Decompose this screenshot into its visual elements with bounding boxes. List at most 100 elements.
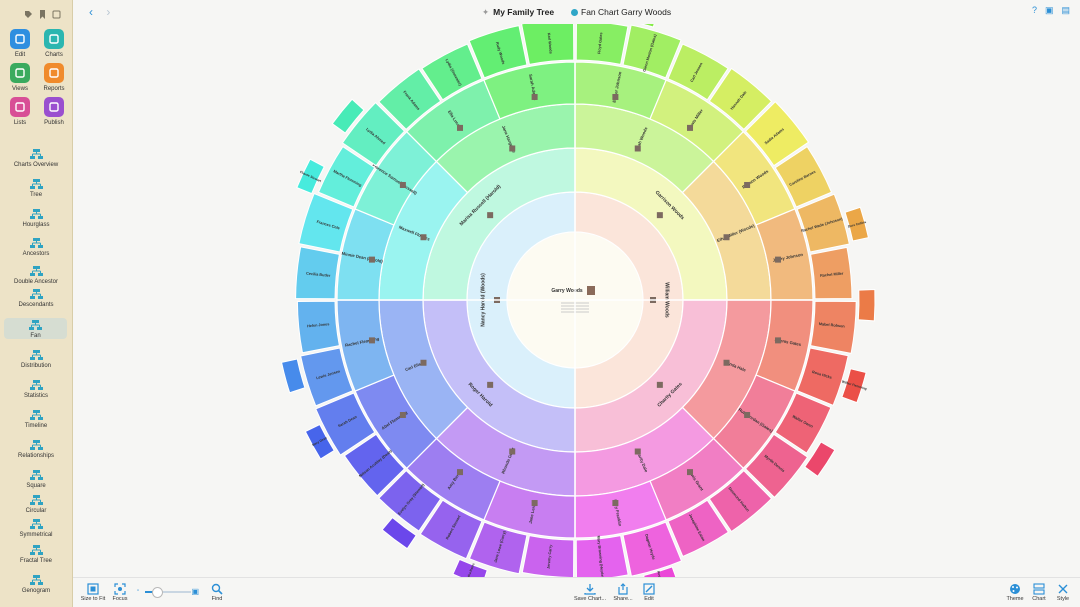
gallery-icon[interactable]	[52, 6, 61, 19]
chart-type-fractal-tree[interactable]: Fractal Tree	[0, 543, 72, 564]
photo-icon	[531, 93, 538, 100]
bottom-toolbar: Size to Fit Focus ▫ ▣ Find Save Chart...…	[73, 577, 1080, 607]
person-gen5[interactable]: Karl Woods	[521, 24, 575, 65]
photo-icon	[656, 381, 663, 388]
chart-type-square[interactable]: Square	[0, 468, 72, 489]
chart-type-label: Hourglass	[22, 222, 50, 228]
style-icon	[1043, 582, 1080, 594]
forward-arrow-icon[interactable]: ›	[106, 5, 110, 19]
relationships-icon	[0, 438, 72, 451]
chart-type-label: Circular	[25, 508, 47, 514]
person-gen5[interactable]: Helen Jones	[296, 300, 340, 354]
tool-reports[interactable]: Reports	[37, 63, 71, 92]
chart-type-label: Relationships	[17, 453, 55, 459]
fan-icon	[4, 318, 67, 331]
chart-type-relationships[interactable]: Relationships	[0, 438, 72, 459]
chart-type-fan[interactable]: Fan	[4, 318, 67, 339]
tree-icon: ✦	[482, 7, 490, 17]
zoom-slider[interactable]: ▫ ▣	[137, 587, 199, 598]
photo-icon	[723, 359, 730, 366]
chart-type-double-ancestor[interactable]: Double Ancestor	[0, 264, 72, 285]
photo-icon	[399, 181, 406, 188]
statistics-icon	[0, 378, 72, 391]
chart-title[interactable]: Fan Chart Garry Woods	[571, 7, 671, 17]
chart-type-ancestors[interactable]: Ancestors	[0, 236, 72, 257]
document-title-text: My Family Tree	[493, 7, 555, 17]
chart-type-genogram[interactable]: Genogram	[0, 573, 72, 594]
charts-overview-icon	[0, 147, 72, 160]
photo-icon	[744, 412, 751, 419]
find-button[interactable]: Find	[197, 582, 237, 602]
style-button[interactable]: Style	[1043, 582, 1080, 602]
photo-icon	[487, 381, 494, 388]
zoom-out-icon[interactable]: ▫	[137, 588, 139, 594]
tool-edit[interactable]: Edit	[3, 29, 37, 58]
chart-type-label: Symmetrical	[19, 532, 53, 538]
sidebar-toggle-icon[interactable]: ▣	[1045, 5, 1054, 16]
focus-icon	[100, 582, 140, 595]
person-gen5[interactable]: Floyd Gates	[575, 24, 629, 65]
fan-segment	[280, 358, 306, 394]
person-gen5[interactable]: Rachel Miller	[810, 246, 853, 300]
back-arrow-icon[interactable]: ‹	[89, 5, 93, 19]
chart-type-label: Tree	[29, 192, 43, 198]
photo-icon	[531, 500, 538, 507]
hourglass-icon	[0, 207, 72, 220]
chart-type-circular[interactable]: Circular	[0, 493, 72, 514]
focus-label: Focus	[112, 596, 128, 602]
person-gen5[interactable]: Cecilia Butler	[295, 246, 340, 300]
photo-icon	[775, 256, 782, 263]
photo-icon	[420, 234, 427, 241]
photo-icon	[487, 212, 494, 219]
photo-icon	[687, 469, 694, 476]
chart-type-charts-overview[interactable]: Charts Overview	[0, 147, 72, 168]
timeline-icon	[0, 408, 72, 421]
bookmark-icon[interactable]	[38, 6, 47, 19]
tool-views[interactable]: Views	[3, 63, 37, 92]
tool-publish[interactable]: Publish	[37, 97, 71, 126]
chart-type-timeline[interactable]: Timeline	[0, 408, 72, 429]
sidebar-top-icons	[24, 6, 61, 19]
double-ancestor-icon	[0, 264, 72, 277]
publish-icon	[44, 97, 64, 117]
tool-lists[interactable]: Lists	[3, 97, 37, 126]
photo-icon	[612, 93, 619, 100]
pencil-icon	[10, 29, 30, 49]
magnifier-icon	[197, 582, 237, 595]
photo-icon	[456, 124, 463, 131]
chart-type-descendants[interactable]: Descendants	[0, 287, 72, 308]
chart-type-symmetrical[interactable]: Symmetrical	[0, 517, 72, 538]
photo-icon	[612, 500, 619, 507]
fan-chart[interactable]: Garry WoodsWilliam WoodsNancy Harold (Wo…	[73, 24, 1080, 578]
tool-label: Charts	[45, 52, 63, 58]
fan-segment	[639, 24, 655, 28]
photo-icon	[456, 469, 463, 476]
eye-icon	[10, 63, 30, 83]
chart-type-statistics[interactable]: Statistics	[0, 378, 72, 399]
person-gen5[interactable]: Jeremy Carry	[521, 535, 575, 578]
person-gen5[interactable]: Mabel Robson	[810, 300, 857, 355]
chart-type-label: Statistics	[23, 393, 48, 399]
zoom-knob[interactable]	[151, 587, 163, 598]
tool-label: Publish	[44, 120, 64, 126]
document-title[interactable]: ✦ My Family Tree	[482, 7, 554, 18]
chart-type-distribution[interactable]: Distribution	[0, 348, 72, 369]
fractal-tree-icon	[0, 543, 72, 556]
charts-icon	[44, 29, 64, 49]
tool-label: Edit	[14, 52, 26, 58]
focus-button[interactable]: Focus	[100, 582, 140, 602]
photo-icon	[687, 124, 694, 131]
help-icon[interactable]: ?	[1032, 5, 1037, 16]
photo-icon	[368, 337, 375, 344]
reports-icon	[44, 63, 64, 83]
symmetrical-icon	[0, 517, 72, 530]
edit-chart-button[interactable]: Edit	[629, 582, 669, 602]
tag-icon[interactable]	[24, 6, 33, 18]
chart-type-hourglass[interactable]: Hourglass	[0, 207, 72, 228]
chart-type-label: Ancestors	[22, 251, 50, 257]
tool-charts[interactable]: Charts	[37, 29, 71, 58]
photo-icon	[587, 286, 595, 295]
person-gen5[interactable]: Mary Browning (Heyde)	[575, 535, 629, 578]
chart-type-tree[interactable]: Tree	[0, 177, 72, 198]
inspector-toggle-icon[interactable]: ▤	[1061, 5, 1070, 16]
